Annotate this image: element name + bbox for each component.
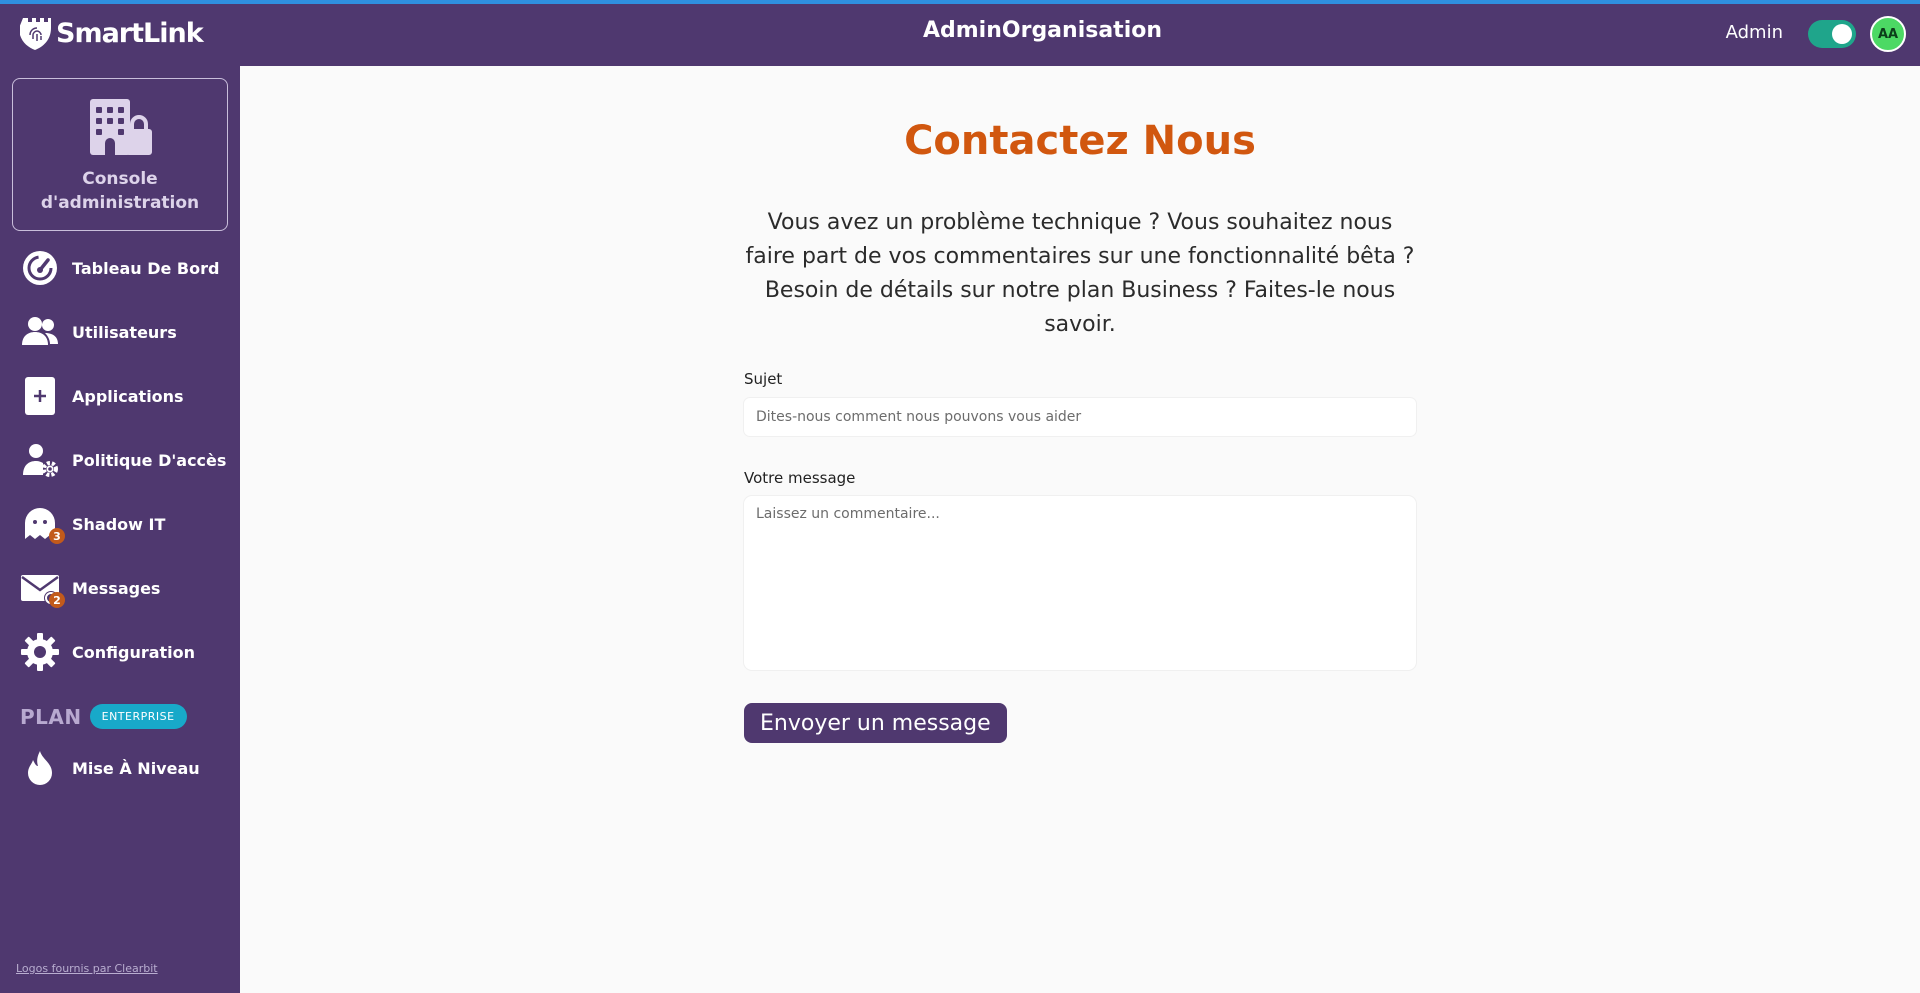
organisation-title: AdminOrganisation xyxy=(922,18,1163,43)
admin-toggle[interactable] xyxy=(1808,20,1856,48)
sidebar-item-label: Applications xyxy=(72,386,184,406)
toggle-knob xyxy=(1832,24,1852,44)
sidebar-item-label: Politique D'accès xyxy=(72,450,227,470)
intro-text: Vous avez un problème technique ? Vous s… xyxy=(745,210,1415,337)
main-content: Contactez Nous Vous avez un problème tec… xyxy=(240,66,1920,993)
message-label: Votre message xyxy=(744,469,856,487)
plus-square-icon xyxy=(20,376,60,416)
app-logo[interactable]: SmartLink xyxy=(20,14,204,52)
top-bar: SmartLink AdminOrganisation Admin AA xyxy=(0,4,1920,66)
role-label: Admin xyxy=(1725,22,1783,43)
clearbit-attribution-link[interactable]: Logos fournis par Clearbit xyxy=(16,962,158,975)
sidebar-item-applications[interactable]: Applications xyxy=(0,366,240,426)
sidebar-item-configuration[interactable]: Configuration xyxy=(0,622,240,682)
page-title: Contactez Nous xyxy=(904,118,1256,164)
users-icon xyxy=(20,312,60,352)
dashboard-gauge-icon xyxy=(20,248,60,288)
sidebar-item-label: Utilisateurs xyxy=(72,322,177,342)
building-lock-icon xyxy=(90,99,152,155)
subject-input[interactable] xyxy=(744,398,1416,436)
sidebar-item-shadow-it[interactable]: 3 Shadow IT xyxy=(0,494,240,554)
plan-label: PLAN xyxy=(20,704,82,729)
app-name: SmartLink xyxy=(56,17,204,49)
sidebar-item-label: Tableau De Bord xyxy=(72,258,220,278)
plan-indicator: PLAN ENTERPRISE xyxy=(20,704,187,729)
castle-shield-icon xyxy=(20,18,51,50)
send-message-button[interactable]: Envoyer un message xyxy=(744,703,1007,743)
sidebar-item-access-policy[interactable]: Politique D'accès xyxy=(0,430,240,490)
sidebar-item-dashboard[interactable]: Tableau De Bord xyxy=(0,238,240,298)
message-textarea[interactable] xyxy=(744,496,1416,670)
user-gear-icon xyxy=(20,440,60,480)
sidebar: Console d'administration Tableau De Bord… xyxy=(0,66,240,993)
shadow-it-count-badge: 3 xyxy=(49,528,65,544)
sidebar-item-upgrade[interactable]: Mise À Niveau xyxy=(0,738,240,798)
user-avatar[interactable]: AA xyxy=(1870,16,1906,52)
sidebar-item-users[interactable]: Utilisateurs xyxy=(0,302,240,362)
subject-label: Sujet xyxy=(744,370,783,388)
console-label: Console d'administration xyxy=(40,169,200,213)
sidebar-item-messages[interactable]: 2 Messages xyxy=(0,558,240,618)
sidebar-item-label: Messages xyxy=(72,578,161,598)
admin-console-card[interactable]: Console d'administration xyxy=(12,78,228,231)
sidebar-item-label: Mise À Niveau xyxy=(72,758,200,778)
sidebar-item-label: Shadow IT xyxy=(72,514,166,534)
gear-icon xyxy=(20,632,60,672)
plan-badge: ENTERPRISE xyxy=(89,704,187,729)
messages-count-badge: 2 xyxy=(49,592,65,608)
flame-icon xyxy=(20,748,60,788)
sidebar-item-label: Configuration xyxy=(72,642,196,662)
